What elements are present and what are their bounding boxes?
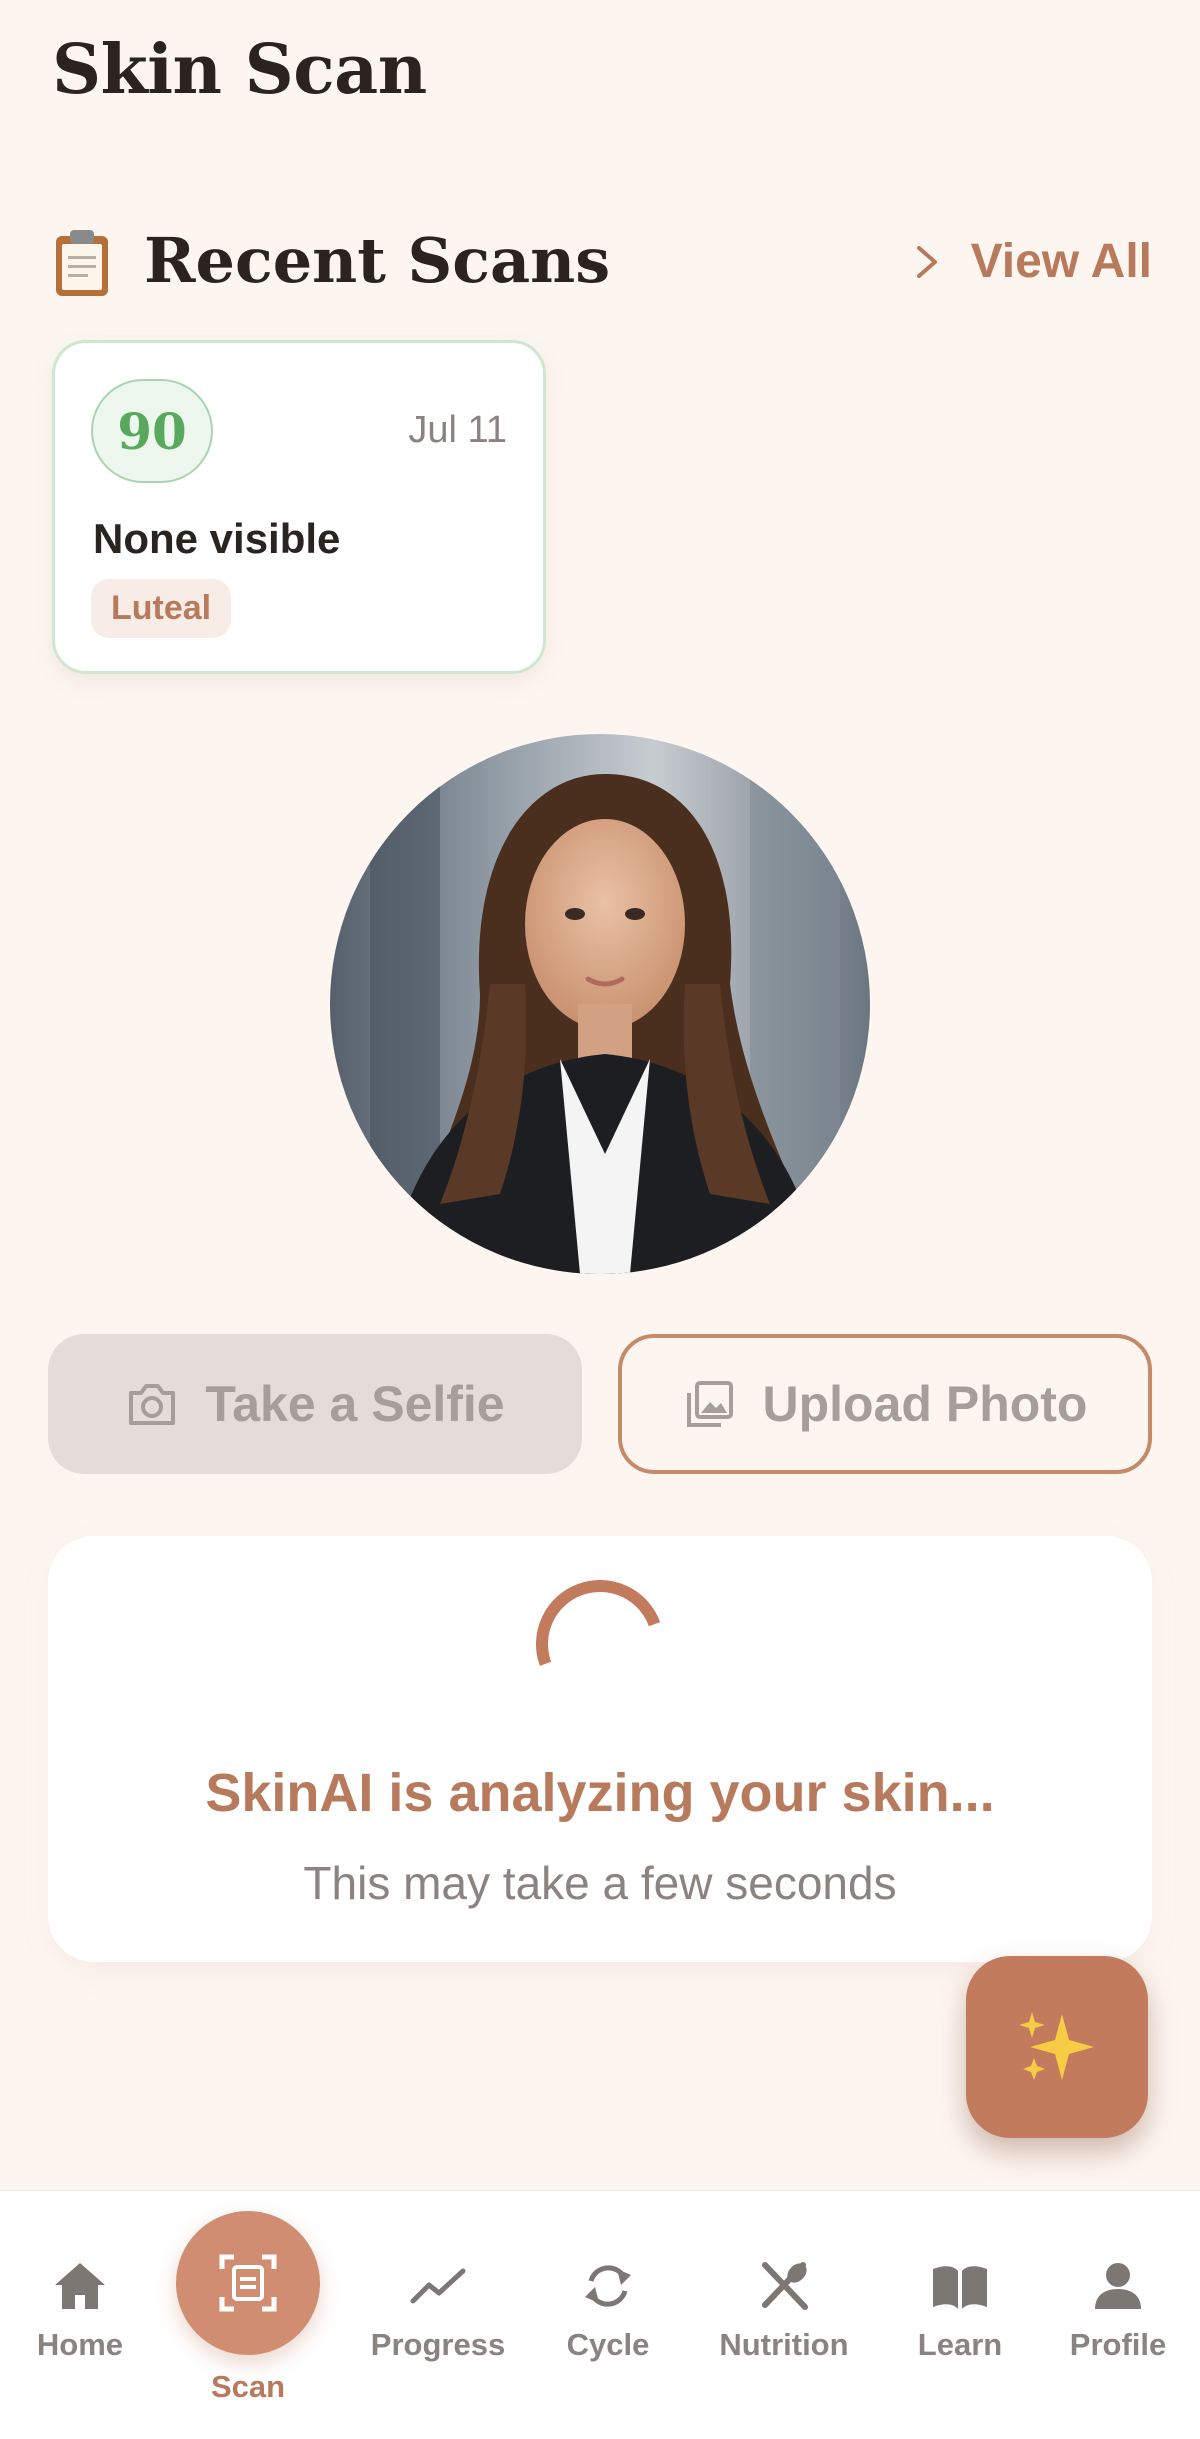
- scan-date: Jul 11: [408, 409, 507, 451]
- nav-label-home: Home: [36, 2327, 124, 2362]
- view-all-link[interactable]: View All: [913, 234, 1152, 289]
- nav-item-scan[interactable]: Scan: [176, 2211, 320, 2405]
- nav-label-nutrition: Nutrition: [719, 2327, 849, 2362]
- nav-label-scan: Scan: [210, 2369, 286, 2404]
- chevron-right-icon: [916, 245, 937, 278]
- person-icon: [1095, 2263, 1141, 2309]
- loading-spinner-icon: [536, 1580, 661, 1666]
- nav-item-cycle[interactable]: Cycle: [528, 2255, 688, 2363]
- nav-item-nutrition[interactable]: Nutrition: [704, 2255, 864, 2363]
- upload-photo-button[interactable]: Upload Photo: [618, 1334, 1152, 1474]
- selfie-preview-photo: [330, 734, 870, 1274]
- upload-photo-label: Upload Photo: [762, 1376, 1088, 1432]
- analysis-status-card: SkinAI is analyzing your skin... This ma…: [48, 1536, 1152, 1962]
- gallery-icon: [686, 1381, 733, 1427]
- nav-item-progress[interactable]: Progress: [358, 2255, 518, 2363]
- skin-score-badge: 90: [91, 379, 213, 483]
- recent-scan-card[interactable]: 90 Jul 11 None visible Luteal: [52, 340, 546, 674]
- view-all-label: View All: [970, 235, 1152, 288]
- bottom-navigation: Home Scan Progress Cycle Nutrition Learn…: [0, 2190, 1200, 2439]
- utensils-icon: [762, 2262, 808, 2310]
- clipboard-icon: [56, 230, 108, 296]
- take-selfie-button[interactable]: Take a Selfie: [48, 1334, 582, 1474]
- cycle-icon: [585, 2265, 631, 2307]
- scan-result-label: None visible: [93, 515, 341, 562]
- recent-scans-title: Recent Scans: [144, 224, 611, 297]
- analysis-title: SkinAI is analyzing your skin...: [205, 1763, 995, 1823]
- trend-icon: [410, 2268, 466, 2304]
- nav-item-home[interactable]: Home: [0, 2255, 160, 2363]
- page-title: Skin Scan: [52, 30, 427, 110]
- camera-icon: [129, 1384, 176, 1425]
- home-icon: [55, 2263, 105, 2309]
- sparkles-icon: [1019, 2012, 1094, 2080]
- nav-label-progress: Progress: [370, 2327, 506, 2362]
- nav-item-profile[interactable]: Profile: [1038, 2255, 1198, 2363]
- recent-scans-header: Recent Scans View All: [52, 220, 1152, 300]
- scan-icon: [219, 2254, 277, 2312]
- ai-assistant-button[interactable]: [966, 1956, 1148, 2138]
- nav-item-learn[interactable]: Learn: [880, 2255, 1040, 2363]
- analysis-subtitle: This may take a few seconds: [303, 1857, 897, 1909]
- take-selfie-label: Take a Selfie: [205, 1376, 505, 1432]
- nav-label-cycle: Cycle: [566, 2327, 650, 2362]
- nav-label-profile: Profile: [1069, 2327, 1167, 2362]
- nav-label-learn: Learn: [917, 2327, 1003, 2362]
- book-icon: [933, 2266, 987, 2309]
- cycle-phase-badge: Luteal: [91, 579, 232, 638]
